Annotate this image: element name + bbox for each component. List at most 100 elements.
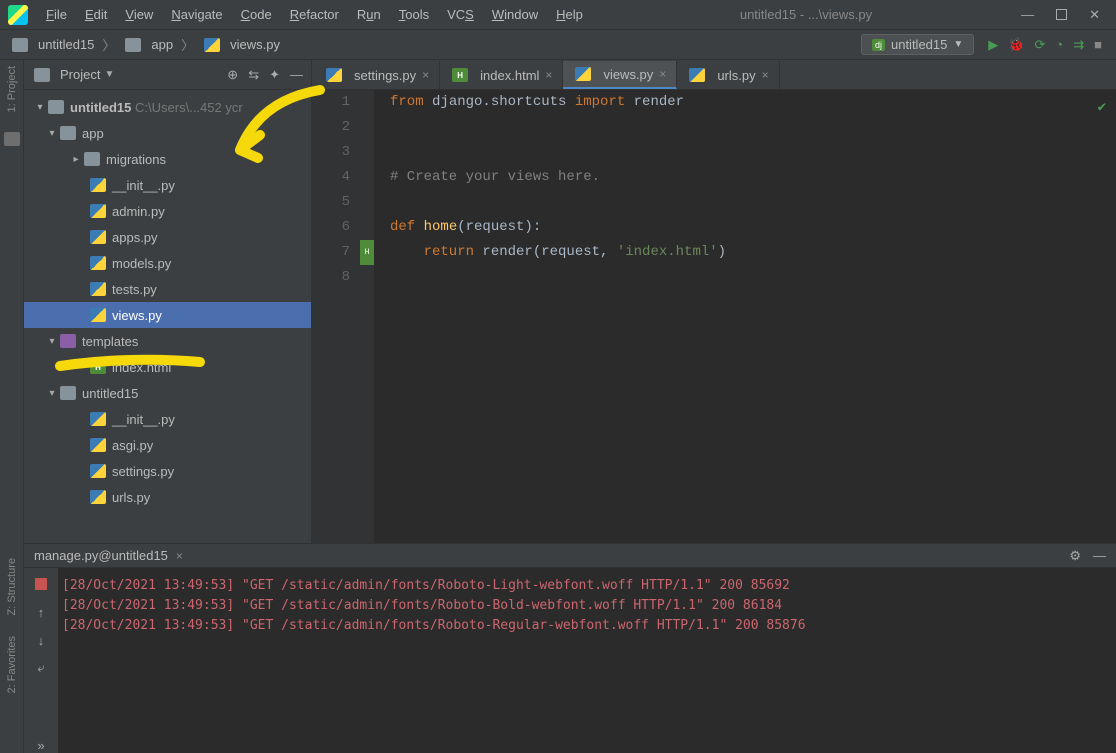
rail-structure[interactable]: Z: Structure xyxy=(6,558,18,615)
tab-close-icon[interactable]: × xyxy=(659,67,666,81)
log-line: [28/Oct/2021 13:49:53] "GET /static/admi… xyxy=(62,596,1112,616)
tab-close-icon[interactable]: × xyxy=(422,68,429,82)
run-tab-title[interactable]: manage.py@untitled15 xyxy=(34,548,168,563)
gear-icon[interactable]: ⚙ xyxy=(1069,548,1081,564)
tree-settings[interactable]: settings.py xyxy=(24,458,311,484)
nav-row: untitled15 〉 app 〉 views.py dj untitled1… xyxy=(0,30,1116,60)
template-gutter-icon[interactable]: H xyxy=(360,240,374,265)
menu-help[interactable]: Help xyxy=(548,3,591,26)
log-line: [28/Oct/2021 13:49:53] "GET /static/admi… xyxy=(62,576,1112,596)
run-tab-close-icon[interactable]: × xyxy=(176,549,183,563)
crumb-pkg[interactable]: app xyxy=(119,35,177,54)
tree-app[interactable]: app xyxy=(24,120,311,146)
coverage-icon[interactable]: ⟳ xyxy=(1034,37,1045,53)
folder-icon xyxy=(84,152,100,166)
run-tab-header: manage.py@untitled15 × ⚙ — xyxy=(24,544,1116,568)
rail-favorites[interactable]: 2: Favorites xyxy=(6,636,18,693)
menubar: File Edit View Navigate Code Refactor Ru… xyxy=(38,3,591,26)
menu-code[interactable]: Code xyxy=(233,3,280,26)
menu-run[interactable]: Run xyxy=(349,3,389,26)
run-icon[interactable]: ▶ xyxy=(988,37,998,53)
soft-wrap-icon[interactable]: ⤶ xyxy=(33,660,49,676)
python-file-icon xyxy=(90,308,106,322)
menu-navigate[interactable]: Navigate xyxy=(163,3,230,26)
templates-folder-icon xyxy=(60,334,76,348)
tree-admin[interactable]: admin.py xyxy=(24,198,311,224)
tree-tests[interactable]: tests.py xyxy=(24,276,311,302)
project-panel-title[interactable]: Project ▼ xyxy=(32,67,219,82)
close-icon[interactable]: ✕ xyxy=(1089,7,1100,23)
hide-icon[interactable]: — xyxy=(1093,548,1106,564)
python-file-icon xyxy=(90,438,106,452)
python-file-icon xyxy=(90,230,106,244)
folder-icon xyxy=(12,38,28,52)
tab-close-icon[interactable]: × xyxy=(545,68,552,82)
tree-root[interactable]: untitled15 C:\Users\...452 ycr xyxy=(24,94,311,120)
tab-index[interactable]: Hindex.html× xyxy=(440,61,563,89)
django-icon: dj xyxy=(872,39,885,51)
tree-models[interactable]: models.py xyxy=(24,250,311,276)
python-file-icon xyxy=(90,204,106,218)
log-line: [28/Oct/2021 13:49:53] "GET /static/admi… xyxy=(62,616,1112,636)
tree-asgi[interactable]: asgi.py xyxy=(24,432,311,458)
menu-edit[interactable]: Edit xyxy=(77,3,115,26)
run-config-selector[interactable]: dj untitled15 ▼ xyxy=(861,34,974,55)
tree-templates[interactable]: templates xyxy=(24,328,311,354)
scroll-down-icon[interactable]: ↓ xyxy=(33,632,49,648)
menu-vcs[interactable]: VCS xyxy=(439,3,482,26)
chevron-down-icon: ▼ xyxy=(953,39,963,50)
stop-button[interactable] xyxy=(33,576,49,592)
minimize-icon[interactable]: — xyxy=(1021,7,1034,22)
tab-settings[interactable]: settings.py× xyxy=(314,61,440,89)
concurrency-icon[interactable]: ⇉ xyxy=(1073,37,1084,53)
inspection-ok-icon[interactable]: ✔ xyxy=(1098,96,1106,121)
menu-tools[interactable]: Tools xyxy=(391,3,437,26)
stop-icon[interactable]: ■ xyxy=(1094,37,1102,52)
menu-window[interactable]: Window xyxy=(484,3,546,26)
folder-icon xyxy=(60,386,76,400)
folder-icon xyxy=(125,38,141,52)
rail-project[interactable]: 1: Project xyxy=(6,66,18,112)
gear-icon[interactable]: ✦ xyxy=(269,67,280,83)
scroll-up-icon[interactable]: ↑ xyxy=(33,604,49,620)
titlebar: File Edit View Navigate Code Refactor Ru… xyxy=(0,0,1116,30)
locate-icon[interactable]: ⊕ xyxy=(227,67,238,83)
debug-icon[interactable]: 🐞 xyxy=(1008,37,1024,53)
rail-icon[interactable] xyxy=(4,132,20,146)
tree-pkg2[interactable]: untitled15 xyxy=(24,380,311,406)
tab-views[interactable]: views.py× xyxy=(563,61,677,89)
more-icon[interactable]: » xyxy=(33,737,49,753)
python-file-icon xyxy=(90,282,106,296)
tab-urls[interactable]: urls.py× xyxy=(677,61,779,89)
folder-icon xyxy=(34,68,50,82)
hide-icon[interactable]: — xyxy=(290,67,303,83)
python-file-icon xyxy=(575,67,591,81)
menu-refactor[interactable]: Refactor xyxy=(282,3,347,26)
tab-close-icon[interactable]: × xyxy=(762,68,769,82)
tree-urls[interactable]: urls.py xyxy=(24,484,311,510)
run-config-area: dj untitled15 ▼ ▶ 🐞 ⟳ ◔ ⇉ ■ xyxy=(861,34,1110,55)
folder-icon xyxy=(60,126,76,140)
tree-views[interactable]: views.py xyxy=(24,302,311,328)
python-file-icon xyxy=(689,68,705,82)
crumb-root[interactable]: untitled15 xyxy=(6,35,98,54)
profile-icon[interactable]: ◔ xyxy=(1055,37,1063,52)
tree-migrations[interactable]: migrations xyxy=(24,146,311,172)
root-path: C:\Users\...452 ycr xyxy=(135,100,243,115)
python-file-icon xyxy=(90,490,106,504)
tree-apps[interactable]: apps.py xyxy=(24,224,311,250)
window-title: untitled15 - ...\views.py xyxy=(591,7,1021,22)
python-file-icon xyxy=(90,256,106,270)
python-file-icon xyxy=(326,68,342,82)
tree-init[interactable]: __init__.py xyxy=(24,172,311,198)
project-panel-header: Project ▼ ⊕ ⇆ ✦ — xyxy=(24,60,311,90)
tree-init2[interactable]: __init__.py xyxy=(24,406,311,432)
run-output[interactable]: [28/Oct/2021 13:49:53] "GET /static/admi… xyxy=(58,568,1116,753)
menu-file[interactable]: File xyxy=(38,3,75,26)
tree-indexhtml[interactable]: Hindex.html xyxy=(24,354,311,380)
crumb-file[interactable]: views.py xyxy=(198,35,284,54)
maximize-icon[interactable] xyxy=(1056,9,1067,20)
menu-view[interactable]: View xyxy=(117,3,161,26)
expand-icon[interactable]: ⇆ xyxy=(248,67,259,83)
app-logo-icon xyxy=(8,5,28,25)
